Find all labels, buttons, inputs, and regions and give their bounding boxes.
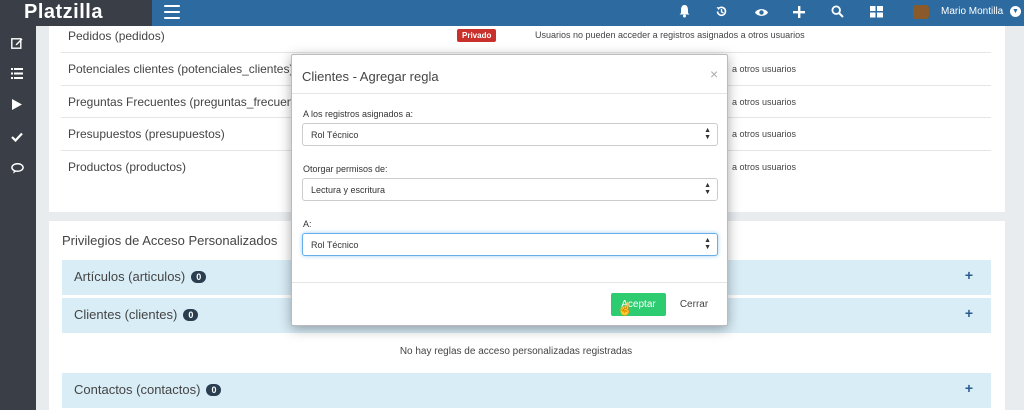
divider [292, 282, 727, 283]
grant-permissions-select[interactable]: Lectura y escritura ▲ ▼ [302, 178, 718, 201]
permission-description: a otros usuarios [732, 129, 797, 139]
section-title: Privilegios de Acceso Personalizados [62, 233, 278, 248]
assigned-to-label: A los registros asignados a: [303, 109, 414, 119]
empty-rules-message: No hay reglas de acceso personalizadas r… [399, 346, 633, 357]
chat-icon[interactable] [8, 161, 26, 179]
check-icon[interactable] [8, 129, 26, 147]
accordion-contactos[interactable]: Contactos (contactos) 0 + [62, 373, 991, 408]
updown-arrows-icon: ▲ ▼ [704, 127, 711, 141]
plus-icon[interactable]: + [965, 380, 973, 396]
assigned-to-select[interactable]: Rol Técnico ▲ ▼ [302, 123, 718, 146]
divider [292, 93, 727, 94]
close-icon[interactable]: × [710, 66, 718, 82]
avatar[interactable] [913, 5, 929, 19]
grant-permissions-label: Otorgar permisos de: [303, 164, 388, 174]
user-name[interactable]: Mario Montilla [941, 6, 1003, 17]
menu-icon[interactable] [164, 5, 180, 19]
play-icon[interactable] [8, 97, 26, 115]
edit-icon[interactable] [8, 36, 26, 54]
hand-cursor-icon: ☝ [617, 301, 634, 316]
module-name: Pedidos (pedidos) [68, 29, 165, 43]
target-label: A: [303, 219, 312, 229]
accordion-label: Clientes (clientes) 0 [74, 307, 199, 322]
close-button[interactable]: Cerrar [668, 293, 720, 316]
select-value: Rol Técnico [311, 240, 359, 250]
accordion-label: Contactos (contactos) 0 [74, 382, 222, 397]
module-name: Potenciales clientes (potenciales_client… [68, 62, 294, 76]
count-badge: 0 [206, 383, 222, 396]
select-value: Lectura y escritura [311, 185, 386, 195]
status-badge: Privado [457, 29, 497, 42]
permission-description: Usuarios no pueden acceder a registros a… [535, 30, 805, 40]
plus-icon[interactable]: + [965, 267, 973, 283]
updown-arrows-icon: ▲ ▼ [704, 182, 711, 196]
select-value: Rol Técnico [311, 130, 359, 140]
plus-icon[interactable]: + [965, 305, 973, 321]
count-badge: 0 [183, 308, 199, 321]
target-select[interactable]: Rol Técnico ▲ ▼ [302, 233, 718, 256]
permission-description: a otros usuarios [732, 64, 797, 74]
permission-description: a otros usuarios [732, 162, 797, 172]
permission-description: a otros usuarios [732, 97, 797, 107]
modal-title: Clientes - Agregar regla [302, 69, 439, 84]
module-name: Preguntas Frecuentes (preguntas_frecuent… [68, 95, 314, 109]
updown-arrows-icon: ▲ ▼ [704, 237, 711, 251]
table-row: Pedidos (pedidos) Privado Usuarios no pu… [61, 20, 991, 53]
module-name: Productos (productos) [68, 160, 187, 174]
chevron-down-icon[interactable]: ▼ [1010, 6, 1021, 17]
list-icon[interactable] [8, 66, 26, 84]
count-badge: 0 [191, 270, 207, 283]
module-name: Presupuestos (presupuestos) [68, 127, 225, 141]
add-rule-modal: Clientes - Agregar regla × A los registr… [291, 54, 728, 326]
accordion-label: Artículos (articulos) 0 [74, 269, 207, 284]
